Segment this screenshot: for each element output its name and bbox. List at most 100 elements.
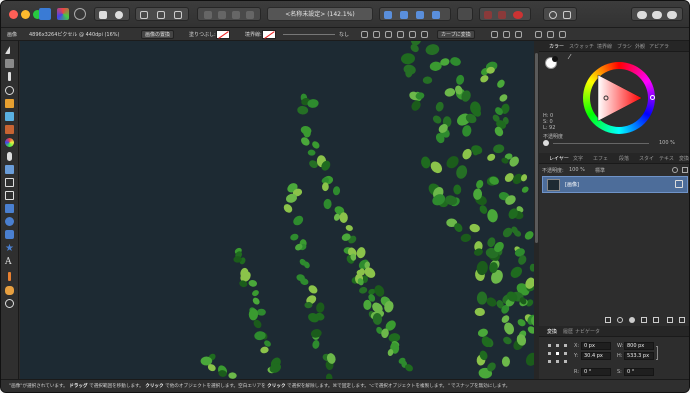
grid-icon[interactable] — [99, 11, 107, 19]
layer-settings-icon[interactable] — [672, 167, 678, 173]
hue-selector[interactable] — [650, 95, 655, 100]
tab-appearance[interactable]: 外観 — [635, 43, 645, 50]
pixel-persona-icon[interactable] — [57, 8, 69, 20]
link-aspect-icon[interactable] — [656, 346, 658, 360]
layer-lock-icon[interactable] — [682, 167, 688, 173]
duplicate-icon[interactable] — [667, 317, 673, 323]
preview-icon[interactable] — [637, 11, 647, 19]
trash-icon[interactable] — [679, 317, 685, 323]
insert-icon[interactable] — [549, 11, 557, 19]
tab-brushes[interactable]: ブラシ — [617, 43, 632, 50]
layer-visibility-icon[interactable] — [675, 180, 683, 188]
stroke-swatch[interactable] — [262, 30, 276, 39]
group-icon[interactable] — [641, 317, 647, 323]
star-tool-icon[interactable]: ★ — [5, 244, 14, 254]
tab-swatches[interactable]: スウォッチ — [569, 43, 594, 50]
vector-brush-tool-icon[interactable] — [5, 112, 14, 121]
tab-styles[interactable]: スタイ — [639, 155, 654, 162]
tab-transform[interactable]: 変換 — [547, 328, 557, 335]
anchor-point-grid[interactable] — [547, 343, 569, 365]
crop-tool-icon[interactable] — [5, 178, 14, 187]
opacity-value[interactable]: 100 % — [659, 140, 675, 146]
tab-character[interactable]: 文字 — [573, 155, 583, 162]
align-right-icon[interactable] — [416, 11, 424, 19]
place-image-tool-icon[interactable] — [5, 165, 14, 174]
tab-navigator[interactable]: ナビゲータ — [575, 328, 600, 335]
designer-persona-icon[interactable] — [39, 8, 51, 20]
ellipse-tool-icon[interactable] — [5, 217, 14, 226]
color-picker-tool-icon[interactable] — [8, 272, 11, 281]
rotate-left-icon[interactable] — [397, 31, 404, 38]
frame-text-tool-icon[interactable] — [5, 191, 14, 200]
snapping-magnet-icon[interactable] — [513, 11, 523, 19]
w-field[interactable]: 800 px — [624, 342, 654, 350]
transparency-tool-icon[interactable] — [7, 152, 12, 161]
align-left-ctx-icon[interactable] — [491, 31, 498, 38]
outline-icon[interactable] — [652, 11, 662, 19]
close-window-button[interactable] — [9, 10, 18, 19]
rotate-right-icon[interactable] — [409, 31, 416, 38]
frame-icon[interactable] — [174, 11, 182, 19]
rotation-field[interactable]: 0 ° — [581, 368, 611, 376]
move-tool-icon[interactable] — [5, 46, 10, 54]
tab-appear2[interactable]: アピアラ — [649, 43, 669, 50]
wrap-icon[interactable] — [361, 31, 368, 38]
hand-tool-icon[interactable] — [5, 286, 14, 295]
convert-to-curves-button[interactable]: カーブに変換 — [437, 30, 475, 39]
tab-stroke[interactable]: 境界線 — [597, 43, 612, 50]
fill-tool-icon[interactable] — [5, 138, 14, 147]
pencil-tool-icon[interactable] — [5, 99, 14, 108]
text-frame-icon[interactable] — [563, 11, 571, 19]
blend-mode-select[interactable]: 標準 — [595, 167, 605, 174]
align-right-ctx-icon[interactable] — [515, 31, 522, 38]
shear-field[interactable]: 0 ° — [624, 368, 654, 376]
document-canvas[interactable] — [20, 41, 534, 379]
h-field[interactable]: 533.3 px — [624, 352, 654, 360]
transform-button[interactable] — [457, 7, 473, 21]
tab-text-styles[interactable]: テキス — [659, 155, 674, 162]
subtract-shape-icon[interactable] — [498, 11, 506, 19]
color-triangle[interactable] — [590, 69, 648, 127]
arrange-back-icon[interactable] — [204, 11, 212, 19]
text-tool-icon[interactable]: A — [5, 258, 14, 267]
x-field[interactable]: 0 px — [581, 342, 611, 350]
lock-icon[interactable] — [421, 31, 428, 38]
rounded-rect-tool-icon[interactable] — [5, 230, 14, 239]
minimize-window-button[interactable] — [21, 10, 30, 19]
align-center-icon[interactable] — [400, 11, 408, 19]
stroke-color-well[interactable] — [552, 56, 558, 62]
tab-layers[interactable]: レイヤー — [549, 155, 569, 162]
stroke-width-slider[interactable] — [283, 34, 335, 35]
layer-name[interactable]: [画像] — [565, 181, 579, 188]
node-tool-icon[interactable] — [8, 72, 11, 81]
add-shape-icon[interactable] — [484, 11, 492, 19]
replace-image-button[interactable]: 画像の置換 — [141, 30, 175, 39]
pen-tool-icon[interactable] — [5, 86, 14, 95]
align-center-ctx-icon[interactable] — [503, 31, 510, 38]
eyedropper-icon[interactable]: ⁄ — [569, 54, 574, 61]
arrange-bottom-icon[interactable] — [246, 11, 254, 19]
arrange-forward-icon[interactable] — [218, 11, 226, 19]
brush-tool-icon[interactable] — [5, 125, 14, 134]
adjustment-icon[interactable] — [617, 317, 623, 323]
tab-paragraph[interactable]: 段落 — [619, 155, 629, 162]
split-view-icon[interactable] — [667, 11, 677, 19]
layer-opacity-value[interactable]: 100 % — [569, 167, 585, 173]
tab-effects[interactable]: エフェ — [593, 155, 608, 162]
zoom-tool-icon[interactable] — [5, 299, 14, 308]
align-bottom-ctx-icon[interactable] — [559, 31, 566, 38]
distribute-icon[interactable] — [432, 11, 440, 19]
artboard-tool-icon[interactable] — [5, 59, 14, 68]
tab-transform-top[interactable]: 変換 — [679, 155, 689, 162]
fill-swatch[interactable] — [216, 30, 230, 39]
arrange-front-icon[interactable] — [232, 11, 240, 19]
flip-v-icon[interactable] — [385, 31, 392, 38]
rectangle-tool-icon[interactable] — [5, 204, 14, 213]
gear-icon[interactable] — [115, 11, 123, 19]
y-field[interactable]: 30.4 px — [581, 352, 611, 360]
document-title[interactable]: <名称未設定> (142.1%) — [267, 7, 373, 21]
fx-icon[interactable] — [653, 317, 659, 323]
align-left-icon[interactable] — [384, 11, 392, 19]
align-middle-ctx-icon[interactable] — [547, 31, 554, 38]
tab-history[interactable]: 履歴 — [563, 328, 573, 335]
